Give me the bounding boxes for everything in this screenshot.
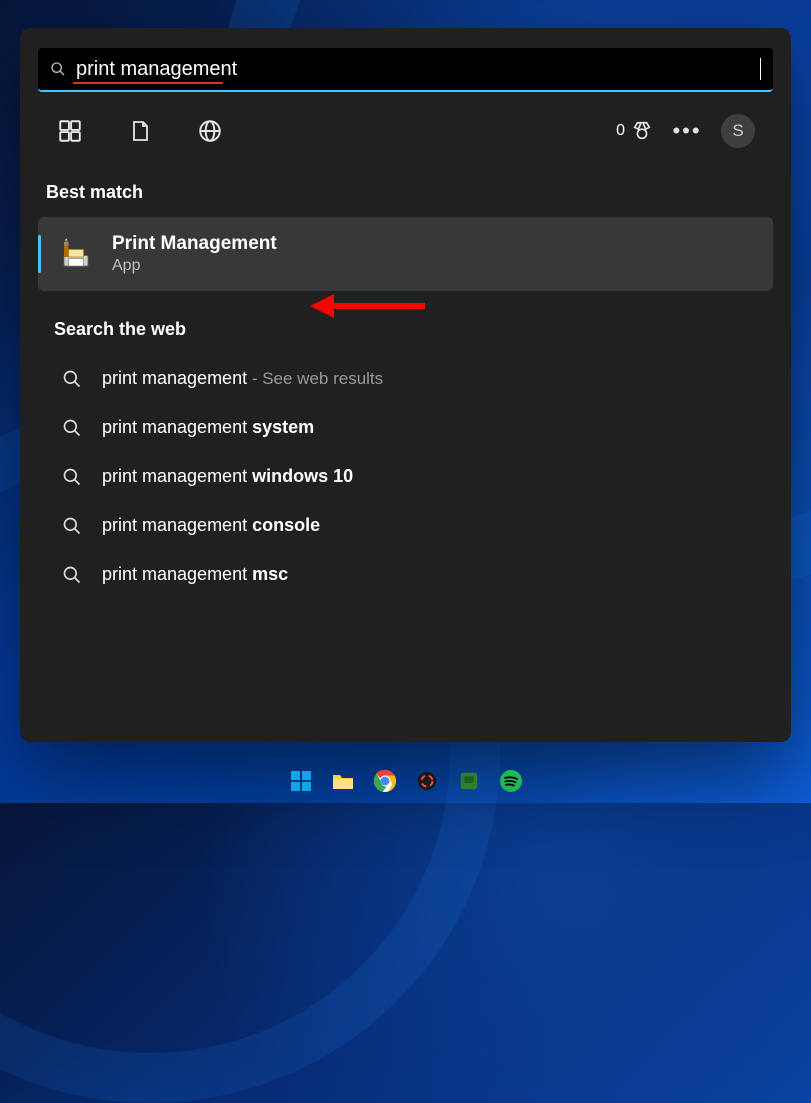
web-result-text: print management windows 10 — [102, 466, 353, 487]
web-result-item[interactable]: print management - See web results — [38, 354, 773, 403]
text-caret — [760, 58, 761, 80]
ellipsis-icon: ••• — [672, 118, 701, 144]
app-icon-green[interactable] — [456, 768, 482, 794]
start-search-panel: print management 0 — [20, 28, 791, 742]
more-options-button[interactable]: ••• — [673, 117, 701, 145]
best-match-heading: Best match — [46, 182, 773, 203]
search-icon — [62, 467, 82, 487]
medal-icon — [631, 120, 653, 142]
web-result-text: print management - See web results — [102, 368, 383, 389]
taskbar — [0, 759, 811, 803]
web-result-text: print management console — [102, 515, 320, 536]
user-avatar[interactable]: S — [721, 114, 755, 148]
search-input-container[interactable]: print management — [38, 48, 773, 92]
web-result-item[interactable]: print management windows 10 — [38, 452, 773, 501]
best-match-title: Print Management — [112, 233, 277, 255]
web-result-item[interactable]: print management console — [38, 501, 773, 550]
web-result-item[interactable]: print management msc — [38, 550, 773, 599]
search-query-text[interactable]: print management — [76, 58, 759, 81]
app-icon[interactable] — [414, 768, 440, 794]
print-management-app-icon — [58, 236, 94, 272]
filter-web-icon[interactable] — [196, 117, 224, 145]
start-button[interactable] — [288, 768, 314, 794]
spellcheck-underline — [73, 82, 223, 84]
filter-row: 0 ••• S — [38, 92, 773, 158]
spotify-icon[interactable] — [498, 768, 524, 794]
best-match-result[interactable]: Print Management App — [38, 217, 773, 291]
rewards-badge[interactable]: 0 — [616, 120, 653, 142]
search-icon — [62, 516, 82, 536]
search-icon — [62, 565, 82, 585]
search-icon — [62, 418, 82, 438]
search-web-heading: Search the web — [54, 319, 773, 340]
web-results-list: print management - See web results print… — [38, 354, 773, 599]
search-icon — [50, 61, 66, 77]
filter-apps-icon[interactable] — [56, 117, 84, 145]
filter-documents-icon[interactable] — [126, 117, 154, 145]
search-icon — [62, 369, 82, 389]
web-result-text: print management system — [102, 417, 314, 438]
web-result-item[interactable]: print management system — [38, 403, 773, 452]
avatar-initial: S — [732, 121, 743, 141]
best-match-subtitle: App — [112, 257, 277, 275]
rewards-count: 0 — [616, 122, 625, 140]
file-explorer-icon[interactable] — [330, 768, 356, 794]
chrome-icon[interactable] — [372, 768, 398, 794]
web-result-text: print management msc — [102, 564, 288, 585]
